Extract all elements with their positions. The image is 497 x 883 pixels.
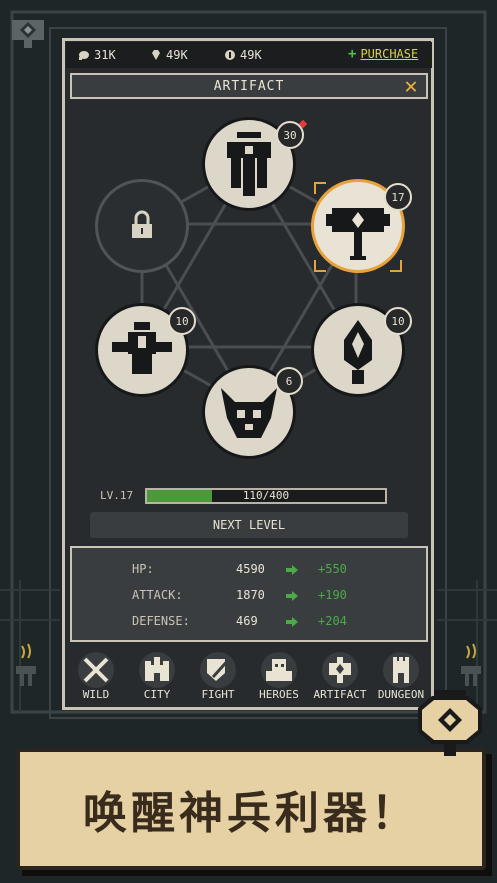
arrow-right-icon	[286, 617, 298, 627]
selection-corner	[314, 260, 326, 272]
stat-value: 469	[236, 614, 258, 628]
stat-bonus: +550	[318, 562, 347, 576]
level-badge: 10	[384, 307, 412, 335]
gem-resource: 49K	[150, 46, 188, 64]
purchase-label: PURCHASE	[360, 47, 419, 61]
meat-icon	[79, 51, 89, 60]
stat-value: 1870	[236, 588, 265, 602]
selection-corner	[390, 260, 402, 272]
level-badge: 6	[275, 367, 303, 395]
level-row: LV.17 110/400	[100, 487, 390, 507]
nav-fight[interactable]: FIGHT	[188, 650, 248, 706]
stat-name: DEFENSE:	[132, 614, 190, 628]
level-badge: 10	[168, 307, 196, 335]
stat-row-defense: DEFENSE: 469 +204	[72, 614, 426, 634]
stat-name: HP:	[132, 562, 154, 576]
stat-bonus: +190	[318, 588, 347, 602]
coin-value: 49K	[240, 48, 262, 62]
level-badge: 17	[384, 183, 412, 211]
stat-name: ATTACK:	[132, 588, 183, 602]
banner-emblem-icon	[418, 690, 482, 756]
purchase-button[interactable]: + PURCHASE	[348, 46, 418, 62]
arrow-right-icon	[286, 591, 298, 601]
stat-value: 4590	[236, 562, 265, 576]
selection-corner	[314, 182, 326, 194]
lamp-icon	[16, 643, 36, 686]
gem-value: 49K	[166, 48, 188, 62]
page-title: ARTIFACT	[213, 78, 285, 94]
title-bar: ARTIFACT	[70, 73, 428, 99]
next-level-button[interactable]: NEXT LEVEL	[90, 512, 408, 538]
nav-wild[interactable]: WILD	[66, 650, 126, 706]
nav-heroes[interactable]: HEROES	[249, 650, 309, 706]
coin-resource: 49K	[224, 46, 262, 64]
tower-icon	[393, 657, 409, 683]
xp-progress-bar: 110/400	[145, 488, 387, 504]
stat-bonus: +204	[318, 614, 347, 628]
plus-icon: +	[348, 46, 357, 62]
level-label: LV.17	[100, 489, 134, 502]
bottom-nav: WILD CITY FIGHT HEROES ARTIFACT DUNGEON	[66, 650, 432, 706]
stat-row-hp: HP: 4590 +550	[72, 562, 426, 582]
food-resource: 31K	[78, 46, 116, 64]
artifact-locked-slot[interactable]	[95, 179, 189, 273]
gem-icon	[152, 50, 160, 60]
nav-artifact[interactable]: ARTIFACT	[310, 650, 370, 706]
arrow-right-icon	[286, 565, 298, 575]
hero-helmet-icon	[266, 659, 292, 681]
nav-city[interactable]: CITY	[127, 650, 187, 706]
stat-row-attack: ATTACK: 1870 +190	[72, 588, 426, 608]
shield-sword-icon	[207, 655, 233, 681]
lock-icon	[132, 210, 152, 238]
banner-text: 唤醒神兵利器！	[83, 788, 419, 839]
emblem-icon	[12, 20, 44, 48]
coin-icon	[225, 50, 235, 60]
lamp-icon	[461, 643, 481, 686]
xp-progress-text: 110/400	[242, 489, 290, 502]
stats-panel: HP: 4590 +550 ATTACK: 1870 +190 DEFENSE:…	[70, 546, 428, 642]
close-icon[interactable]: ✕	[400, 76, 422, 98]
food-value: 31K	[94, 48, 116, 62]
artifact-icon	[329, 657, 351, 683]
crossed-swords-icon	[83, 657, 109, 683]
castle-icon	[145, 657, 169, 681]
